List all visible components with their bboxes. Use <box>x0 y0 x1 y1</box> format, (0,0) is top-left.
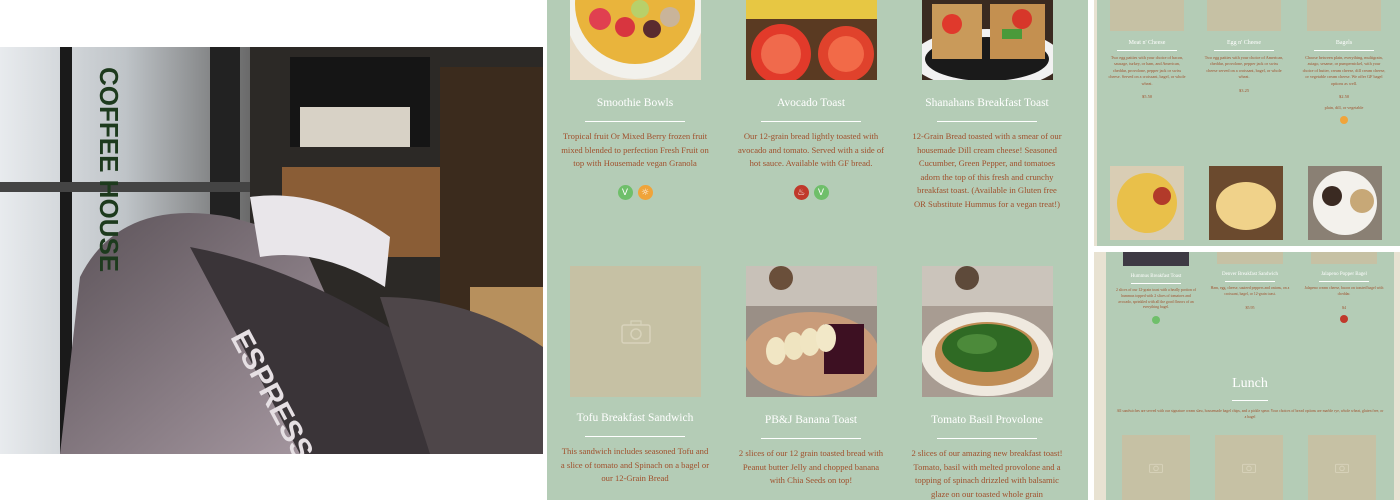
title-rule <box>1214 50 1274 51</box>
image-placeholder <box>570 266 701 397</box>
menu-item-pbj-banana-toast[interactable]: PB&J Banana Toast 2 slices of our 12 gra… <box>723 266 899 500</box>
item-title: Tofu Breakfast Sandwich <box>576 412 694 424</box>
item-description: Choose between plain, everything, multig… <box>1302 55 1386 86</box>
menu-item-avocado-toast[interactable]: Avocado Toast Our 12-grain bread lightly… <box>723 0 899 250</box>
title-rule <box>1117 50 1177 51</box>
item-description: 12-Grain Bread toasted with a smear of o… <box>912 131 1062 209</box>
title-rule <box>585 121 685 122</box>
item-title: Shanahans Breakfast Toast <box>925 97 1049 109</box>
item-title: Hummus Breakfast Toast <box>1130 274 1182 279</box>
item-title: Egg n' Cheese <box>1226 40 1262 46</box>
image-placeholder <box>1308 435 1376 500</box>
tomato-basil-image <box>922 266 1053 397</box>
camera-icon <box>620 319 651 344</box>
diet-badges: ♨ V <box>723 185 899 200</box>
item-description: Jalapeno cream cheese, bacon on toasted … <box>1304 286 1384 296</box>
title-rule <box>937 438 1037 439</box>
lunch-heading: Lunch <box>1232 376 1268 391</box>
item-description: Two egg patties with your choice of Amer… <box>1204 55 1284 80</box>
avocado-toast-image <box>746 0 877 80</box>
item-price: $3.25 <box>1238 87 1250 93</box>
item-description: Tropical fruit Or Mixed Berry frozen fru… <box>561 131 709 168</box>
title-rule <box>1131 283 1181 284</box>
pbj-toast-image <box>746 266 877 397</box>
item-price: $4 <box>1342 304 1346 310</box>
spicy-icon: ♨ <box>793 185 809 200</box>
item-title: Avocado Toast <box>776 97 846 109</box>
title-rule <box>937 121 1037 122</box>
item-image <box>1123 252 1189 266</box>
smoothie-bowl-image <box>570 0 701 80</box>
item-description: Our 12-grain bread lightly toasted with … <box>737 131 885 168</box>
item-price: $5.50 <box>1141 94 1153 100</box>
camera-icon <box>1242 463 1256 473</box>
image-placeholder <box>1207 0 1281 31</box>
menu-preview-top: Meat n' Cheese Two egg patties with your… <box>1094 0 1400 246</box>
page: ESPRESSO COFFEE HOUSE Smoothie Bowls Tro… <box>0 0 1400 500</box>
item-description: 2 slices of our 12 grain toasted bread w… <box>738 448 884 485</box>
window-decal-text: COFFEE HOUSE <box>94 67 124 272</box>
item-price: $5.95 <box>1245 304 1255 310</box>
lunch-note: All sandwiches are served with our signa… <box>1116 409 1384 419</box>
image-placeholder <box>1122 435 1190 500</box>
image-placeholder <box>1110 0 1184 31</box>
gluten-free-icon <box>1340 116 1348 125</box>
breakfast-toast-image <box>922 0 1053 80</box>
gluten-free-icon: ☼ <box>637 185 653 200</box>
image-placeholder <box>1217 252 1283 264</box>
item-description: Ham, egg, cheese, sauteed peppers and on… <box>1210 286 1290 296</box>
item-price: $2.50 <box>1338 94 1350 100</box>
item-title: Jalapeno Popper Bagel <box>1321 272 1367 277</box>
camera-icon <box>1335 463 1349 473</box>
mini-item-egg-cheese[interactable]: Egg n' Cheese Two egg patties with your … <box>1204 0 1284 93</box>
cafe-window-photo: ESPRESSO COFFEE HOUSE <box>0 47 543 454</box>
vegan-icon <box>1152 316 1160 325</box>
mini-item-denver-sandwich[interactable]: Denver Breakfast Sandwich Ham, egg, chee… <box>1208 252 1292 310</box>
lunch-rule <box>1232 400 1268 401</box>
item-title: Tomato Basil Provolone <box>931 414 1043 426</box>
item-title: Denver Breakfast Sandwich <box>1221 272 1279 277</box>
item-title: Bagels <box>1335 40 1353 46</box>
image-placeholder <box>1307 0 1381 31</box>
title-rule <box>585 436 685 437</box>
vegan-icon: V <box>813 185 829 200</box>
spicy-icon <box>1340 314 1348 323</box>
mini-item-meat-cheese[interactable]: Meat n' Cheese Two egg patties with your… <box>1107 0 1187 99</box>
menu-preview-photos <box>1110 166 1382 240</box>
item-title: Smoothie Bowls <box>596 97 674 109</box>
item-description: 2 slices of our 12-grain toast with a he… <box>1116 288 1196 310</box>
item-note: plain, dill, or vegetable <box>1324 105 1364 111</box>
title-rule <box>1225 281 1275 282</box>
mini-item-jalapeno-bagel[interactable]: Jalapeno Popper Bagel Jalapeno cream che… <box>1302 252 1386 323</box>
item-description: 2 slices of our amazing new breakfast to… <box>911 448 1063 499</box>
menu-item-smoothie-bowls[interactable]: Smoothie Bowls Tropical fruit Or Mixed B… <box>547 0 723 250</box>
menu-item-shanahans-breakfast-toast[interactable]: Shanahans Breakfast Toast 12-Grain Bread… <box>899 0 1075 250</box>
item-title: PB&J Banana Toast <box>764 414 858 426</box>
diet-badges: V ☼ <box>547 185 723 200</box>
item-description: This sandwich includes seasoned Tofu and… <box>560 446 710 483</box>
mini-item-hummus-toast[interactable]: Hummus Breakfast Toast 2 slices of our 1… <box>1114 252 1198 325</box>
title-rule <box>761 438 861 439</box>
breakfast-menu-panel: Smoothie Bowls Tropical fruit Or Mixed B… <box>547 0 1088 500</box>
image-placeholder <box>1311 252 1377 264</box>
item-title: Meat n' Cheese <box>1128 40 1166 46</box>
menu-item-tomato-basil-provolone[interactable]: Tomato Basil Provolone 2 slices of our a… <box>899 266 1075 500</box>
mini-item-bagels[interactable]: Bagels Choose between plain, everything,… <box>1302 0 1386 125</box>
menu-preview-bottom: Hummus Breakfast Toast 2 slices of our 1… <box>1094 252 1400 500</box>
vegan-icon: V <box>617 185 633 200</box>
title-rule <box>1314 50 1374 51</box>
title-rule <box>761 121 861 122</box>
image-placeholder <box>1215 435 1283 500</box>
camera-icon <box>1149 463 1163 473</box>
menu-item-tofu-breakfast-sandwich[interactable]: Tofu Breakfast Sandwich This sandwich in… <box>547 266 723 500</box>
title-rule <box>1319 281 1369 282</box>
item-description: Two egg patties with your choice of baco… <box>1108 55 1186 86</box>
